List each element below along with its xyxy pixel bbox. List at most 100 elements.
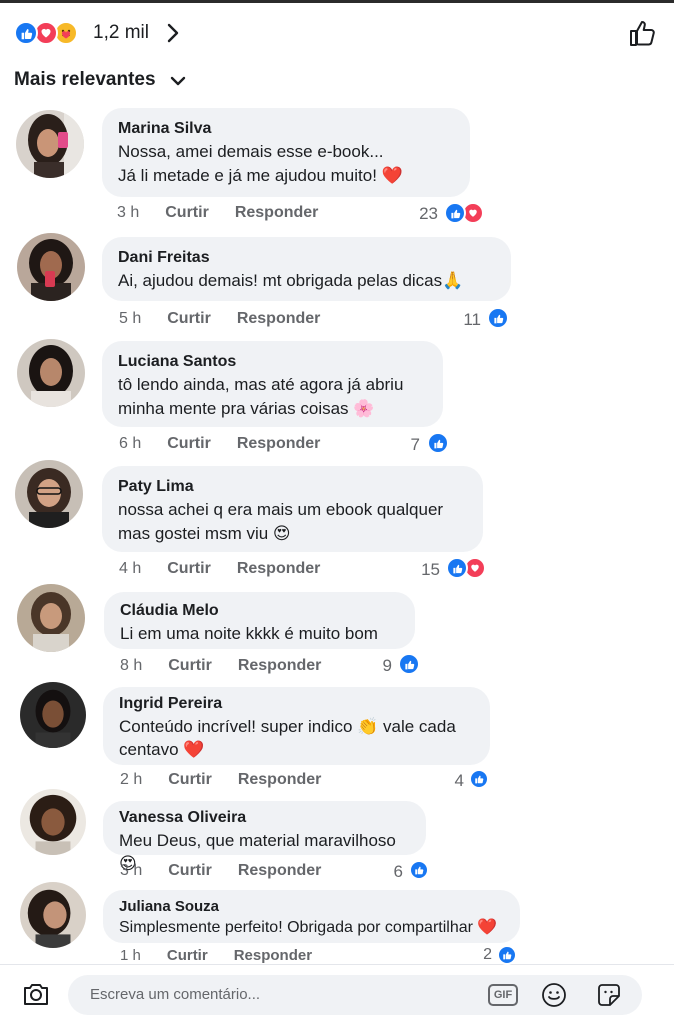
- commenter-name[interactable]: Marina Silva: [118, 118, 454, 140]
- avatar[interactable]: [17, 339, 85, 407]
- comment-reaction-count[interactable]: 15: [400, 560, 440, 580]
- like-button[interactable]: Curtir: [167, 560, 211, 578]
- commenter-name[interactable]: Vanessa Oliveira: [119, 807, 410, 829]
- comment-reactions[interactable]: [427, 432, 449, 454]
- commenter-name[interactable]: Cláudia Melo: [120, 600, 399, 622]
- comment-actions: 4 h Curtir Responder: [119, 560, 346, 578]
- comment-reaction-count[interactable]: 4: [424, 771, 464, 791]
- gif-button[interactable]: GIF: [488, 984, 518, 1006]
- comment-reaction-count[interactable]: 2: [452, 946, 492, 964]
- comment-reactions[interactable]: [497, 945, 517, 965]
- like-button[interactable]: Curtir: [168, 771, 212, 789]
- comment-reactions[interactable]: [469, 769, 489, 789]
- like-icon: [446, 557, 468, 579]
- avatar[interactable]: [17, 584, 85, 652]
- reactions-header: 1,2 mil: [0, 3, 674, 61]
- comment-composer: Escreva um comentário... GIF: [0, 964, 674, 1024]
- like-button[interactable]: Curtir: [167, 947, 208, 964]
- comment-text: Ai, ajudou demais! mt obrigada pelas dic…: [118, 271, 464, 290]
- comment-reaction-count[interactable]: 7: [380, 435, 420, 455]
- comment-reaction-count[interactable]: 11: [441, 310, 481, 330]
- comment-reaction-count[interactable]: 23: [398, 204, 438, 224]
- like-icon: [398, 653, 420, 675]
- comment-input[interactable]: Escreva um comentário... GIF: [68, 975, 642, 1015]
- comment-reactions[interactable]: [444, 202, 484, 224]
- like-icon: [14, 21, 38, 45]
- comment-reactions[interactable]: [446, 557, 486, 579]
- like-icon: [427, 432, 449, 454]
- like-button[interactable]: Curtir: [168, 862, 212, 880]
- comment-time[interactable]: 6 h: [119, 435, 141, 453]
- comment-actions: 8 h Curtir Responder: [120, 657, 347, 675]
- reply-button[interactable]: Responder: [238, 771, 322, 789]
- like-button[interactable]: Curtir: [167, 435, 211, 453]
- comment-bubble[interactable]: Juliana Souza Simplesmente perfeito! Obr…: [103, 890, 520, 943]
- like-icon: [497, 945, 517, 965]
- like-button[interactable]: Curtir: [165, 204, 209, 222]
- like-icon: [487, 307, 509, 329]
- comment-time[interactable]: 3 h: [120, 862, 142, 880]
- comment-time[interactable]: 5 h: [119, 310, 141, 328]
- like-button[interactable]: Curtir: [167, 310, 211, 328]
- like-icon: [469, 769, 489, 789]
- comment-text: Li em uma noite kkkk é muito bom: [120, 624, 378, 643]
- comment-time[interactable]: 2 h: [120, 771, 142, 789]
- sort-dropdown[interactable]: Mais relevantes: [14, 69, 186, 91]
- reply-button[interactable]: Responder: [234, 947, 312, 964]
- commenter-name[interactable]: Juliana Souza: [119, 896, 504, 917]
- comment-reactions[interactable]: [487, 307, 509, 329]
- comment-text: Simplesmente perfeito! Obrigada por comp…: [119, 919, 498, 936]
- comment-bubble[interactable]: Luciana Santos tô lendo ainda, mas até a…: [102, 341, 443, 427]
- comment-reaction-count[interactable]: 9: [352, 656, 392, 676]
- chevron-right-icon[interactable]: [166, 21, 180, 50]
- comment-bubble[interactable]: Paty Lima nossa achei q era mais um eboo…: [102, 466, 483, 552]
- avatar[interactable]: [20, 682, 86, 748]
- comment-bubble[interactable]: Vanessa Oliveira Meu Deus, que material …: [103, 801, 426, 873]
- reply-button[interactable]: Responder: [237, 435, 321, 453]
- comment-bubble[interactable]: Dani Freitas Ai, ajudou demais! mt obrig…: [102, 237, 511, 301]
- chevron-down-icon: [170, 73, 186, 91]
- comment-reactions[interactable]: [409, 860, 429, 880]
- like-icon: [444, 202, 466, 224]
- reply-button[interactable]: Responder: [235, 204, 319, 222]
- like-icon: [409, 860, 429, 880]
- comment-text: tô lendo ainda, mas até agora já abriu m…: [118, 375, 404, 418]
- comment-reactions[interactable]: [398, 653, 420, 675]
- comment-time[interactable]: 8 h: [120, 657, 142, 675]
- commenter-name[interactable]: Luciana Santos: [118, 351, 427, 373]
- comment-text: Conteúdo incrível! super indico 👏 vale c…: [119, 717, 456, 759]
- comment-bubble[interactable]: Cláudia Melo Li em uma noite kkkk é muit…: [104, 592, 415, 649]
- avatar[interactable]: [17, 233, 85, 301]
- comment-input-placeholder: Escreva um comentário...: [90, 986, 261, 1003]
- reply-button[interactable]: Responder: [238, 657, 322, 675]
- comment-actions: 2 h Curtir Responder: [120, 771, 347, 789]
- comment-time[interactable]: 1 h: [120, 947, 141, 964]
- avatar[interactable]: [16, 110, 84, 178]
- comment-bubble[interactable]: Ingrid Pereira Conteúdo incrível! super …: [103, 687, 490, 765]
- commenter-name[interactable]: Ingrid Pereira: [119, 693, 474, 715]
- emoji-icon[interactable]: [541, 982, 567, 1013]
- comment-time[interactable]: 4 h: [119, 560, 141, 578]
- like-outline-icon[interactable]: [628, 18, 658, 53]
- comment-text: nossa achei q era mais um ebook qualquer…: [118, 500, 444, 543]
- comment-actions: 5 h Curtir Responder: [119, 310, 346, 328]
- comment-reaction-count[interactable]: 6: [363, 862, 403, 882]
- sort-label: Mais relevantes: [14, 69, 156, 90]
- reactions-summary[interactable]: [14, 21, 78, 45]
- reply-button[interactable]: Responder: [238, 862, 322, 880]
- commenter-name[interactable]: Paty Lima: [118, 476, 467, 498]
- comment-text: Nossa, amei demais esse e-book... Já li …: [118, 142, 403, 185]
- sticker-icon[interactable]: [596, 982, 622, 1013]
- avatar[interactable]: [15, 460, 83, 528]
- comment-time[interactable]: 3 h: [117, 204, 139, 222]
- reply-button[interactable]: Responder: [237, 560, 321, 578]
- reply-button[interactable]: Responder: [237, 310, 321, 328]
- comment-actions: 3 h Curtir Responder: [120, 862, 347, 880]
- reaction-count[interactable]: 1,2 mil: [93, 22, 149, 44]
- commenter-name[interactable]: Dani Freitas: [118, 247, 495, 269]
- comment-bubble[interactable]: Marina Silva Nossa, amei demais esse e-b…: [102, 108, 470, 197]
- camera-icon[interactable]: [22, 981, 50, 1012]
- avatar[interactable]: [20, 789, 86, 855]
- avatar[interactable]: [20, 882, 86, 948]
- like-button[interactable]: Curtir: [168, 657, 212, 675]
